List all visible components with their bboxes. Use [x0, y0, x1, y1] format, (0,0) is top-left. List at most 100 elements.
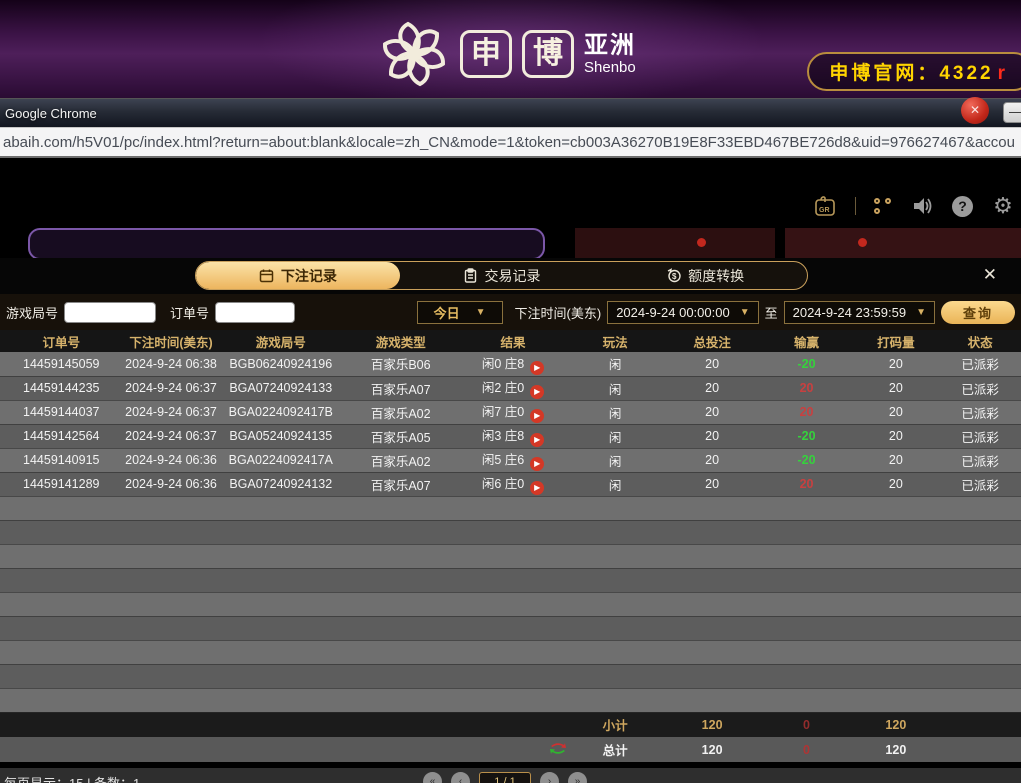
date-from-select[interactable]: 2024-9-24 00:00:00 ▼: [607, 300, 759, 324]
first-page-button[interactable]: «: [423, 772, 442, 783]
cell-status: 已派彩: [939, 448, 1021, 473]
cell-order: 14459140915: [0, 448, 123, 473]
tab-bet-records[interactable]: 下注记录: [196, 262, 400, 289]
date-to-select[interactable]: 2024-9-24 23:59:59 ▼: [783, 300, 935, 324]
cell-game: 百家乐A02: [342, 448, 460, 473]
chevron-down-icon: ▼: [916, 306, 926, 318]
table-footer: 小计 120 0 120 总计 120 0 120: [0, 712, 1021, 762]
speaker-icon[interactable]: [910, 194, 934, 218]
cell-result: 闲3 庄8 ▶: [459, 424, 567, 449]
table-body: 14459145059 2024-9-24 06:38 BGB06240924196…: [0, 352, 1021, 713]
table-row[interactable]: 14459142564 2024-9-24 06:37 BGA05240924135…: [0, 424, 1021, 449]
bet-records-modal: 下注记录 交易记录 $ 额度转换 ✕ 游戏局号 订单号 今日 ▼ 下注时间(美东…: [0, 258, 1021, 768]
total-winloss: 0: [760, 737, 853, 762]
play-video-icon[interactable]: ▶: [530, 409, 545, 423]
column-header: 下注时间(美东): [122, 330, 220, 352]
browser-urlbar[interactable]: abaih.com/h5V01/pc/index.html?return=abo…: [0, 127, 1021, 158]
cell-play: 闲: [566, 376, 664, 401]
page-toolbar: GR ? ⚙: [813, 194, 1015, 218]
play-video-icon[interactable]: ▶: [530, 360, 545, 375]
cell-bet: 20: [663, 400, 761, 425]
empty-row: [0, 520, 1021, 545]
play-video-icon[interactable]: ▶: [530, 481, 545, 495]
cell-turnover: 20: [852, 400, 940, 425]
cell-time: 2024-9-24 06:37: [122, 424, 220, 449]
table-row[interactable]: 14459144235 2024-9-24 06:37 BGA07240924133…: [0, 376, 1021, 401]
cell-round: BGA07240924133: [219, 376, 343, 401]
cell-time: 2024-9-24 06:36: [122, 448, 220, 473]
cell-status: 已派彩: [939, 424, 1021, 449]
cell-result: 闲0 庄8 ▶: [459, 352, 567, 377]
url-text[interactable]: abaih.com/h5V01/pc/index.html?return=abo…: [0, 134, 1015, 151]
play-video-icon[interactable]: ▶: [530, 385, 545, 399]
cell-bet: 20: [663, 448, 761, 473]
background-dot: [858, 238, 867, 247]
chevron-down-icon: ▼: [739, 306, 750, 318]
game-page: GR ? ⚙ 下注记录 交易记录 $ 额度转换 ✕ 游戏局号 订单号 今日 ▼ …: [0, 158, 1021, 783]
total-turnover: 120: [852, 737, 940, 762]
table-row[interactable]: 14459145059 2024-9-24 06:38 BGB06240924196…: [0, 352, 1021, 377]
background-block: [575, 228, 775, 260]
cell-round: BGA0224092417A: [219, 448, 343, 473]
cell-game: 百家乐A02: [342, 400, 460, 425]
cell-status: 已派彩: [939, 352, 1021, 377]
next-page-button[interactable]: ›: [540, 772, 559, 783]
play-video-icon[interactable]: ▶: [530, 433, 545, 447]
empty-row: [0, 640, 1021, 665]
tab-transactions[interactable]: 交易记录: [400, 262, 604, 289]
floating-close-button[interactable]: ✕: [961, 97, 989, 124]
table-row[interactable]: 14459144037 2024-9-24 06:37 BGA0224092417B…: [0, 400, 1021, 425]
to-label: 至: [764, 305, 778, 321]
tab-label: 下注记录: [280, 267, 337, 284]
settings-gear-icon[interactable]: ⚙: [991, 194, 1015, 218]
date-preset-select[interactable]: 今日 ▼: [416, 300, 503, 324]
search-button[interactable]: 查询: [941, 300, 1015, 324]
column-header: 总投注: [663, 330, 761, 352]
subtotal-label: 小计: [566, 712, 664, 737]
help-icon[interactable]: ?: [952, 195, 973, 217]
total-label: 总计: [566, 737, 664, 762]
table-row[interactable]: 14459141289 2024-9-24 06:36 BGA07240924132…: [0, 472, 1021, 497]
cell-bet: 20: [663, 376, 761, 401]
total-row: 总计 120 0 120: [0, 737, 1021, 762]
table-row[interactable]: 14459140915 2024-9-24 06:36 BGA0224092417A…: [0, 448, 1021, 473]
cell-result: 闲6 庄0 ▶: [459, 472, 567, 497]
gr-badge-icon[interactable]: GR: [813, 194, 837, 218]
dots-icon[interactable]: [874, 197, 892, 215]
last-page-button[interactable]: »: [568, 772, 587, 783]
browser-titlebar: Google Chrome: [0, 98, 1021, 127]
subtotal-bet: 120: [663, 712, 761, 737]
play-video-icon[interactable]: ▶: [530, 457, 545, 471]
column-header: 打码量: [852, 330, 940, 352]
cell-winloss: 20: [760, 472, 853, 497]
cell-status: 已派彩: [939, 400, 1021, 425]
order-label: 订单号: [170, 305, 210, 321]
cell-game: 百家乐A07: [342, 472, 460, 497]
refresh-swap-icon[interactable]: [549, 742, 567, 755]
background-panel: [28, 228, 545, 260]
game-round-input[interactable]: [64, 301, 157, 323]
game-round-label: 游戏局号: [6, 305, 59, 321]
cell-turnover: 20: [852, 352, 940, 377]
cell-turnover: 20: [852, 376, 940, 401]
clipboard-icon: [464, 268, 476, 283]
order-input[interactable]: [215, 301, 296, 323]
cell-bet: 20: [663, 472, 761, 497]
modal-close-icon[interactable]: ✕: [983, 266, 997, 283]
cell-time: 2024-9-24 06:37: [122, 376, 220, 401]
date-preset-value: 今日: [433, 305, 460, 321]
cell-play: 闲: [566, 448, 664, 473]
total-bet: 120: [663, 737, 761, 762]
official-site-text: 申博官网：4322: [829, 63, 994, 84]
header-row: 订单号 下注时间(美东) 游戏局号 游戏类型 结果 玩法 总投注 输赢 打码量 状态: [0, 330, 1021, 352]
empty-row: [0, 544, 1021, 569]
tab-quota-transfer[interactable]: $ 额度转换: [603, 262, 807, 289]
cell-winloss: 20: [760, 376, 853, 401]
prev-page-button[interactable]: ‹: [451, 772, 470, 783]
bet-time-label: 下注时间(美东): [514, 305, 602, 321]
window-minimize-button[interactable]: —: [1003, 102, 1021, 123]
cell-game: 百家乐B06: [342, 352, 460, 377]
tab-label: 额度转换: [688, 267, 745, 284]
pagination-bar: 每页显示：15 | 条数：1 « ‹ 1 / 1 › »: [0, 768, 1021, 783]
cell-winloss: 20: [760, 400, 853, 425]
